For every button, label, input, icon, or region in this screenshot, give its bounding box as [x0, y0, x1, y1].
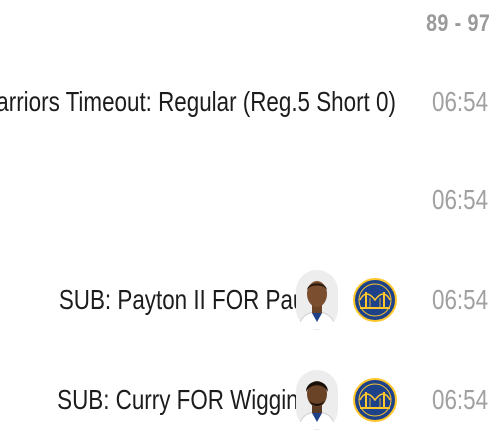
player-headshot-icon — [296, 370, 338, 430]
warriors-logo-icon — [352, 370, 398, 430]
play-by-play-row: Warriors Timeout: Regular (Reg.5 Short 0… — [0, 72, 500, 132]
player-headshot-icon — [296, 270, 338, 330]
play-by-play-row: SUB: Curry FOR Wiggins 06:54 — [0, 370, 500, 430]
game-score: 89 - 97 — [425, 10, 490, 37]
event-description: SUB: Payton II FOR Paul — [58, 284, 310, 315]
event-time: 06:54 — [431, 384, 488, 415]
play-by-play-row: 06:54 — [0, 170, 500, 230]
event-description: SUB: Curry FOR Wiggins — [57, 384, 310, 415]
warriors-logo-icon — [352, 270, 398, 330]
event-description: Warriors Timeout: Regular (Reg.5 Short 0… — [0, 86, 396, 117]
event-time: 06:54 — [431, 184, 488, 215]
event-time: 06:54 — [431, 284, 488, 315]
event-time: 06:54 — [431, 86, 488, 117]
play-by-play-row: SUB: Payton II FOR Paul 06:54 — [0, 270, 500, 330]
